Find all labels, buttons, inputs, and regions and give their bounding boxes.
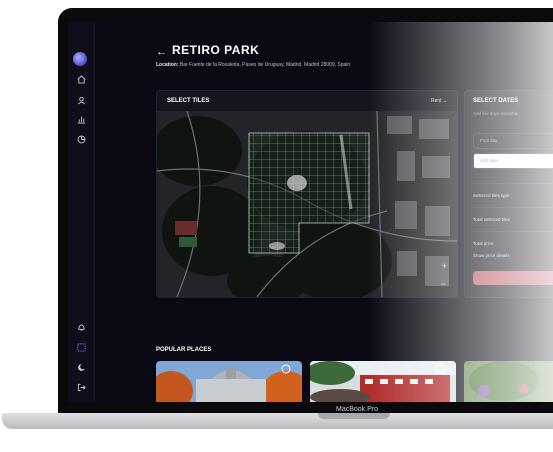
bell-icon[interactable] <box>74 320 88 334</box>
confirm-button[interactable] <box>473 271 553 285</box>
device-brand: MacBook Pro <box>336 406 379 413</box>
user-icon[interactable] <box>74 93 88 107</box>
first-day-field[interactable]: First day <box>473 133 553 149</box>
divider <box>473 231 553 232</box>
select-dates-panel: SELECT DATES Add the days available Firs… <box>464 90 553 298</box>
place-card-1[interactable] <box>156 361 302 402</box>
select-dates-heading: SELECT DATES <box>473 98 519 104</box>
satellite-map[interactable]: + − <box>157 110 457 297</box>
place-card-2[interactable] <box>310 361 456 402</box>
select-tiles-panel: SELECT TILES Rent ⌄ + − <box>156 90 458 298</box>
home-icon[interactable] <box>74 72 88 86</box>
zoom-out-button[interactable]: − <box>441 279 446 289</box>
zoom-in-button[interactable]: + <box>442 261 447 271</box>
sidebar <box>68 22 95 402</box>
select-tiles-heading: SELECT TILES <box>167 98 210 104</box>
logout-icon[interactable] <box>74 380 88 394</box>
total-price-label: Total price <box>473 241 494 246</box>
chart-icon[interactable] <box>74 112 88 126</box>
laptop-notch <box>318 413 390 419</box>
place-card-3[interactable] <box>464 361 553 402</box>
show-price-details-link[interactable]: Show price details <box>473 253 510 258</box>
location-text: Location: Bar Fuente de la Rosaleda, Pas… <box>156 62 350 68</box>
page-title: RETIRO PARK <box>172 43 260 57</box>
location-value: Bar Fuente de la Rosaleda, Paseo de Urug… <box>179 62 351 68</box>
laptop-base <box>2 413 553 429</box>
app-screen: ← RETIRO PARK Location: Bar Fuente de la… <box>68 22 553 402</box>
theme-icon[interactable] <box>74 360 88 374</box>
chevron-down-icon: ⌄ <box>442 98 447 104</box>
pie-icon[interactable] <box>74 132 88 146</box>
rent-label: Rent <box>430 98 442 104</box>
rent-dropdown[interactable]: Rent ⌄ <box>431 98 447 104</box>
main-content: ← RETIRO PARK Location: Bar Fuente de la… <box>94 22 553 402</box>
selected-tiles-label: Selected tiles type <box>473 193 510 198</box>
location-label: Location: <box>156 62 179 68</box>
logo-icon[interactable] <box>73 52 87 66</box>
grid-icon[interactable] <box>74 340 88 354</box>
popular-places-heading: POPULAR PLACES <box>156 347 212 353</box>
divider <box>473 183 553 184</box>
add-date-field[interactable]: Add date <box>473 153 553 169</box>
laptop-mockup: ← RETIRO PARK Location: Bar Fuente de la… <box>0 0 553 452</box>
select-dates-subtitle: Add the days available <box>473 111 519 116</box>
total-tiles-label: Total selected tiles <box>473 217 510 222</box>
divider <box>473 207 553 208</box>
back-arrow-icon[interactable]: ← <box>156 46 167 58</box>
